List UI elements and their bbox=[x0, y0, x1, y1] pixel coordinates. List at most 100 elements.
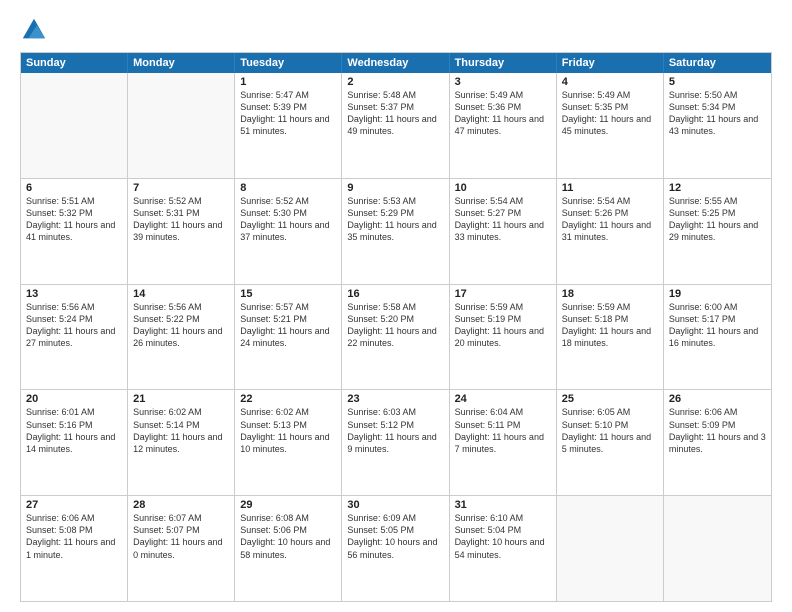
day-cell-19: 19Sunrise: 6:00 AM Sunset: 5:17 PM Dayli… bbox=[664, 285, 771, 390]
cell-info: Sunrise: 5:53 AM Sunset: 5:29 PM Dayligh… bbox=[347, 195, 443, 244]
day-number: 8 bbox=[240, 182, 336, 194]
cell-info: Sunrise: 6:06 AM Sunset: 5:08 PM Dayligh… bbox=[26, 512, 122, 561]
logo bbox=[20, 16, 52, 44]
calendar-header: SundayMondayTuesdayWednesdayThursdayFrid… bbox=[21, 53, 771, 73]
day-number: 11 bbox=[562, 182, 658, 194]
logo-icon bbox=[20, 16, 48, 44]
day-number: 21 bbox=[133, 393, 229, 405]
page: SundayMondayTuesdayWednesdayThursdayFrid… bbox=[0, 0, 792, 612]
cell-info: Sunrise: 5:49 AM Sunset: 5:36 PM Dayligh… bbox=[455, 89, 551, 138]
day-number: 3 bbox=[455, 76, 551, 88]
cell-info: Sunrise: 5:59 AM Sunset: 5:19 PM Dayligh… bbox=[455, 301, 551, 350]
day-number: 12 bbox=[669, 182, 766, 194]
day-number: 14 bbox=[133, 288, 229, 300]
day-cell-22: 22Sunrise: 6:02 AM Sunset: 5:13 PM Dayli… bbox=[235, 390, 342, 495]
week-row-2: 6Sunrise: 5:51 AM Sunset: 5:32 PM Daylig… bbox=[21, 179, 771, 285]
day-cell-15: 15Sunrise: 5:57 AM Sunset: 5:21 PM Dayli… bbox=[235, 285, 342, 390]
day-number: 13 bbox=[26, 288, 122, 300]
day-number: 31 bbox=[455, 499, 551, 511]
day-cell-29: 29Sunrise: 6:08 AM Sunset: 5:06 PM Dayli… bbox=[235, 496, 342, 601]
day-cell-13: 13Sunrise: 5:56 AM Sunset: 5:24 PM Dayli… bbox=[21, 285, 128, 390]
day-cell-11: 11Sunrise: 5:54 AM Sunset: 5:26 PM Dayli… bbox=[557, 179, 664, 284]
day-cell-7: 7Sunrise: 5:52 AM Sunset: 5:31 PM Daylig… bbox=[128, 179, 235, 284]
empty-cell bbox=[21, 73, 128, 178]
day-cell-3: 3Sunrise: 5:49 AM Sunset: 5:36 PM Daylig… bbox=[450, 73, 557, 178]
weekday-header-sunday: Sunday bbox=[21, 53, 128, 73]
day-number: 27 bbox=[26, 499, 122, 511]
weekday-header-thursday: Thursday bbox=[450, 53, 557, 73]
day-cell-21: 21Sunrise: 6:02 AM Sunset: 5:14 PM Dayli… bbox=[128, 390, 235, 495]
day-number: 2 bbox=[347, 76, 443, 88]
empty-cell bbox=[664, 496, 771, 601]
header bbox=[20, 16, 772, 44]
week-row-4: 20Sunrise: 6:01 AM Sunset: 5:16 PM Dayli… bbox=[21, 390, 771, 496]
day-number: 26 bbox=[669, 393, 766, 405]
day-number: 22 bbox=[240, 393, 336, 405]
day-number: 5 bbox=[669, 76, 766, 88]
day-number: 18 bbox=[562, 288, 658, 300]
day-cell-12: 12Sunrise: 5:55 AM Sunset: 5:25 PM Dayli… bbox=[664, 179, 771, 284]
day-number: 25 bbox=[562, 393, 658, 405]
cell-info: Sunrise: 6:04 AM Sunset: 5:11 PM Dayligh… bbox=[455, 406, 551, 455]
day-cell-28: 28Sunrise: 6:07 AM Sunset: 5:07 PM Dayli… bbox=[128, 496, 235, 601]
day-cell-9: 9Sunrise: 5:53 AM Sunset: 5:29 PM Daylig… bbox=[342, 179, 449, 284]
cell-info: Sunrise: 5:54 AM Sunset: 5:27 PM Dayligh… bbox=[455, 195, 551, 244]
day-number: 4 bbox=[562, 76, 658, 88]
cell-info: Sunrise: 5:49 AM Sunset: 5:35 PM Dayligh… bbox=[562, 89, 658, 138]
day-cell-27: 27Sunrise: 6:06 AM Sunset: 5:08 PM Dayli… bbox=[21, 496, 128, 601]
week-row-5: 27Sunrise: 6:06 AM Sunset: 5:08 PM Dayli… bbox=[21, 496, 771, 601]
day-cell-10: 10Sunrise: 5:54 AM Sunset: 5:27 PM Dayli… bbox=[450, 179, 557, 284]
weekday-header-friday: Friday bbox=[557, 53, 664, 73]
day-cell-18: 18Sunrise: 5:59 AM Sunset: 5:18 PM Dayli… bbox=[557, 285, 664, 390]
day-cell-31: 31Sunrise: 6:10 AM Sunset: 5:04 PM Dayli… bbox=[450, 496, 557, 601]
cell-info: Sunrise: 5:55 AM Sunset: 5:25 PM Dayligh… bbox=[669, 195, 766, 244]
cell-info: Sunrise: 5:56 AM Sunset: 5:24 PM Dayligh… bbox=[26, 301, 122, 350]
day-cell-8: 8Sunrise: 5:52 AM Sunset: 5:30 PM Daylig… bbox=[235, 179, 342, 284]
cell-info: Sunrise: 6:07 AM Sunset: 5:07 PM Dayligh… bbox=[133, 512, 229, 561]
cell-info: Sunrise: 6:08 AM Sunset: 5:06 PM Dayligh… bbox=[240, 512, 336, 561]
weekday-header-wednesday: Wednesday bbox=[342, 53, 449, 73]
day-number: 16 bbox=[347, 288, 443, 300]
day-number: 23 bbox=[347, 393, 443, 405]
cell-info: Sunrise: 5:57 AM Sunset: 5:21 PM Dayligh… bbox=[240, 301, 336, 350]
day-number: 19 bbox=[669, 288, 766, 300]
day-number: 15 bbox=[240, 288, 336, 300]
day-cell-30: 30Sunrise: 6:09 AM Sunset: 5:05 PM Dayli… bbox=[342, 496, 449, 601]
cell-info: Sunrise: 5:52 AM Sunset: 5:30 PM Dayligh… bbox=[240, 195, 336, 244]
weekday-header-monday: Monday bbox=[128, 53, 235, 73]
day-cell-24: 24Sunrise: 6:04 AM Sunset: 5:11 PM Dayli… bbox=[450, 390, 557, 495]
cell-info: Sunrise: 5:50 AM Sunset: 5:34 PM Dayligh… bbox=[669, 89, 766, 138]
day-cell-14: 14Sunrise: 5:56 AM Sunset: 5:22 PM Dayli… bbox=[128, 285, 235, 390]
cell-info: Sunrise: 5:54 AM Sunset: 5:26 PM Dayligh… bbox=[562, 195, 658, 244]
empty-cell bbox=[557, 496, 664, 601]
calendar: SundayMondayTuesdayWednesdayThursdayFrid… bbox=[20, 52, 772, 602]
day-number: 1 bbox=[240, 76, 336, 88]
day-number: 28 bbox=[133, 499, 229, 511]
cell-info: Sunrise: 6:00 AM Sunset: 5:17 PM Dayligh… bbox=[669, 301, 766, 350]
week-row-3: 13Sunrise: 5:56 AM Sunset: 5:24 PM Dayli… bbox=[21, 285, 771, 391]
calendar-body: 1Sunrise: 5:47 AM Sunset: 5:39 PM Daylig… bbox=[21, 73, 771, 601]
day-cell-17: 17Sunrise: 5:59 AM Sunset: 5:19 PM Dayli… bbox=[450, 285, 557, 390]
week-row-1: 1Sunrise: 5:47 AM Sunset: 5:39 PM Daylig… bbox=[21, 73, 771, 179]
cell-info: Sunrise: 6:06 AM Sunset: 5:09 PM Dayligh… bbox=[669, 406, 766, 455]
day-cell-26: 26Sunrise: 6:06 AM Sunset: 5:09 PM Dayli… bbox=[664, 390, 771, 495]
day-cell-23: 23Sunrise: 6:03 AM Sunset: 5:12 PM Dayli… bbox=[342, 390, 449, 495]
cell-info: Sunrise: 5:56 AM Sunset: 5:22 PM Dayligh… bbox=[133, 301, 229, 350]
cell-info: Sunrise: 6:02 AM Sunset: 5:14 PM Dayligh… bbox=[133, 406, 229, 455]
cell-info: Sunrise: 5:52 AM Sunset: 5:31 PM Dayligh… bbox=[133, 195, 229, 244]
cell-info: Sunrise: 6:05 AM Sunset: 5:10 PM Dayligh… bbox=[562, 406, 658, 455]
day-number: 10 bbox=[455, 182, 551, 194]
cell-info: Sunrise: 6:10 AM Sunset: 5:04 PM Dayligh… bbox=[455, 512, 551, 561]
cell-info: Sunrise: 5:47 AM Sunset: 5:39 PM Dayligh… bbox=[240, 89, 336, 138]
day-number: 20 bbox=[26, 393, 122, 405]
day-cell-4: 4Sunrise: 5:49 AM Sunset: 5:35 PM Daylig… bbox=[557, 73, 664, 178]
cell-info: Sunrise: 5:51 AM Sunset: 5:32 PM Dayligh… bbox=[26, 195, 122, 244]
cell-info: Sunrise: 6:01 AM Sunset: 5:16 PM Dayligh… bbox=[26, 406, 122, 455]
cell-info: Sunrise: 6:02 AM Sunset: 5:13 PM Dayligh… bbox=[240, 406, 336, 455]
cell-info: Sunrise: 5:48 AM Sunset: 5:37 PM Dayligh… bbox=[347, 89, 443, 138]
day-cell-16: 16Sunrise: 5:58 AM Sunset: 5:20 PM Dayli… bbox=[342, 285, 449, 390]
day-number: 9 bbox=[347, 182, 443, 194]
cell-info: Sunrise: 5:59 AM Sunset: 5:18 PM Dayligh… bbox=[562, 301, 658, 350]
day-cell-6: 6Sunrise: 5:51 AM Sunset: 5:32 PM Daylig… bbox=[21, 179, 128, 284]
day-cell-25: 25Sunrise: 6:05 AM Sunset: 5:10 PM Dayli… bbox=[557, 390, 664, 495]
